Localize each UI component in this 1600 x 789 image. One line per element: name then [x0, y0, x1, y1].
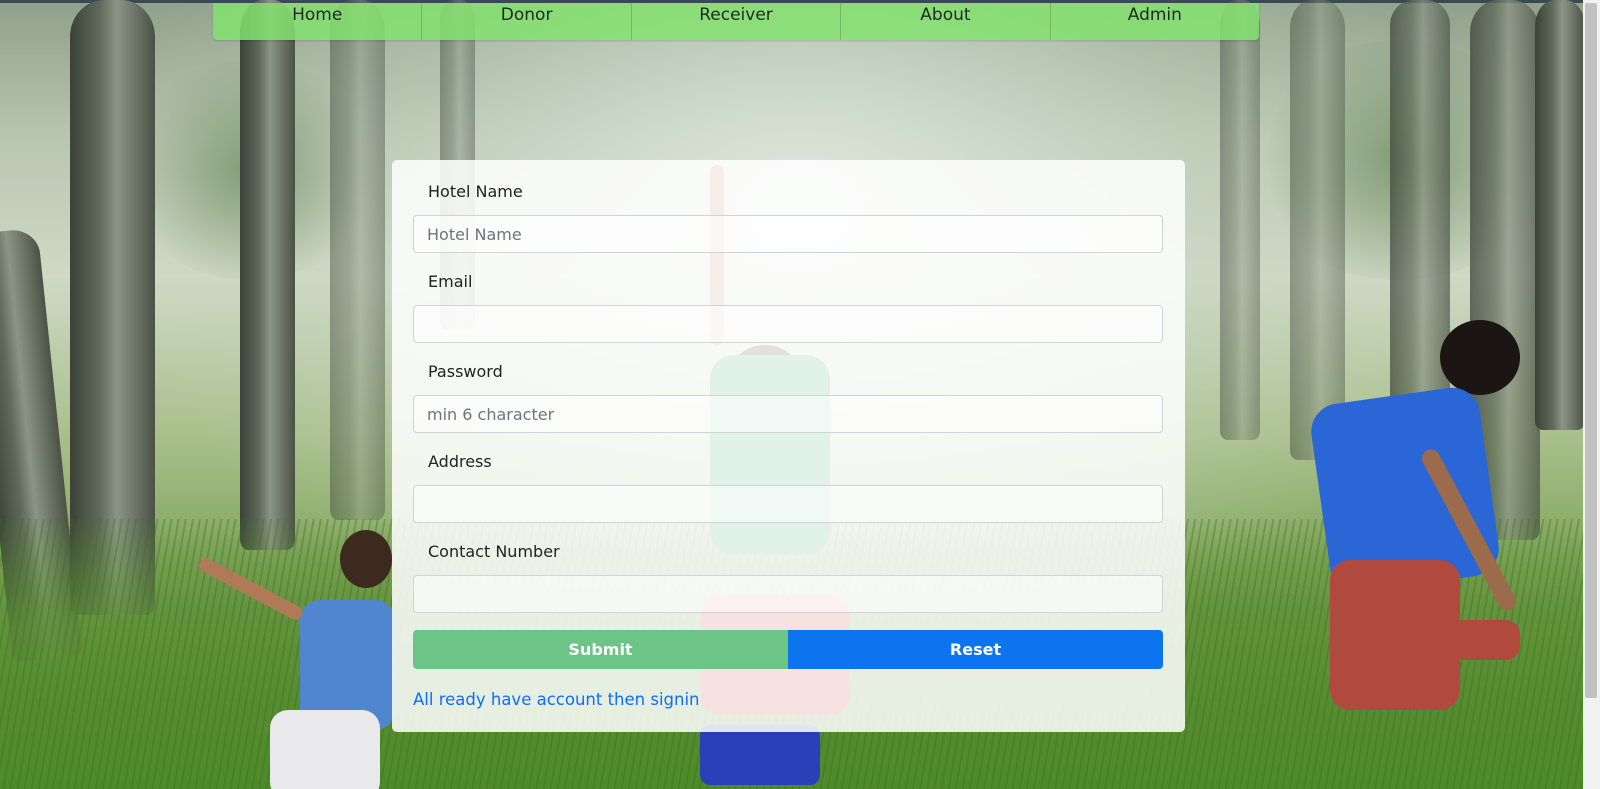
- reset-button[interactable]: Reset: [788, 630, 1163, 669]
- submit-button[interactable]: Submit: [413, 630, 788, 669]
- nav-donor[interactable]: Donor: [422, 3, 632, 40]
- nav-admin[interactable]: Admin: [1051, 3, 1259, 40]
- email-input[interactable]: [413, 305, 1163, 343]
- contact-number-input[interactable]: [413, 575, 1163, 613]
- hotel-name-input[interactable]: [413, 215, 1163, 253]
- nav-receiver[interactable]: Receiver: [632, 3, 842, 40]
- vertical-scrollbar[interactable]: [1583, 0, 1600, 789]
- scrollbar-thumb[interactable]: [1585, 3, 1597, 698]
- address-input[interactable]: [413, 485, 1163, 523]
- contact-number-label: Contact Number: [428, 542, 560, 561]
- nav-home[interactable]: Home: [213, 3, 423, 40]
- password-input[interactable]: [413, 395, 1163, 433]
- address-label: Address: [428, 452, 492, 471]
- password-label: Password: [428, 362, 503, 381]
- signin-link[interactable]: All ready have account then signin: [413, 690, 700, 709]
- hotel-name-label: Hotel Name: [428, 182, 523, 201]
- nav-about[interactable]: About: [841, 3, 1051, 40]
- page-background: Home Donor Receiver About Admin Hotel Na…: [0, 0, 1600, 789]
- hotel-registration-form: Hotel Name Email Password Address Contac…: [392, 160, 1185, 732]
- email-label: Email: [428, 272, 473, 291]
- main-navbar: Home Donor Receiver About Admin: [213, 3, 1259, 40]
